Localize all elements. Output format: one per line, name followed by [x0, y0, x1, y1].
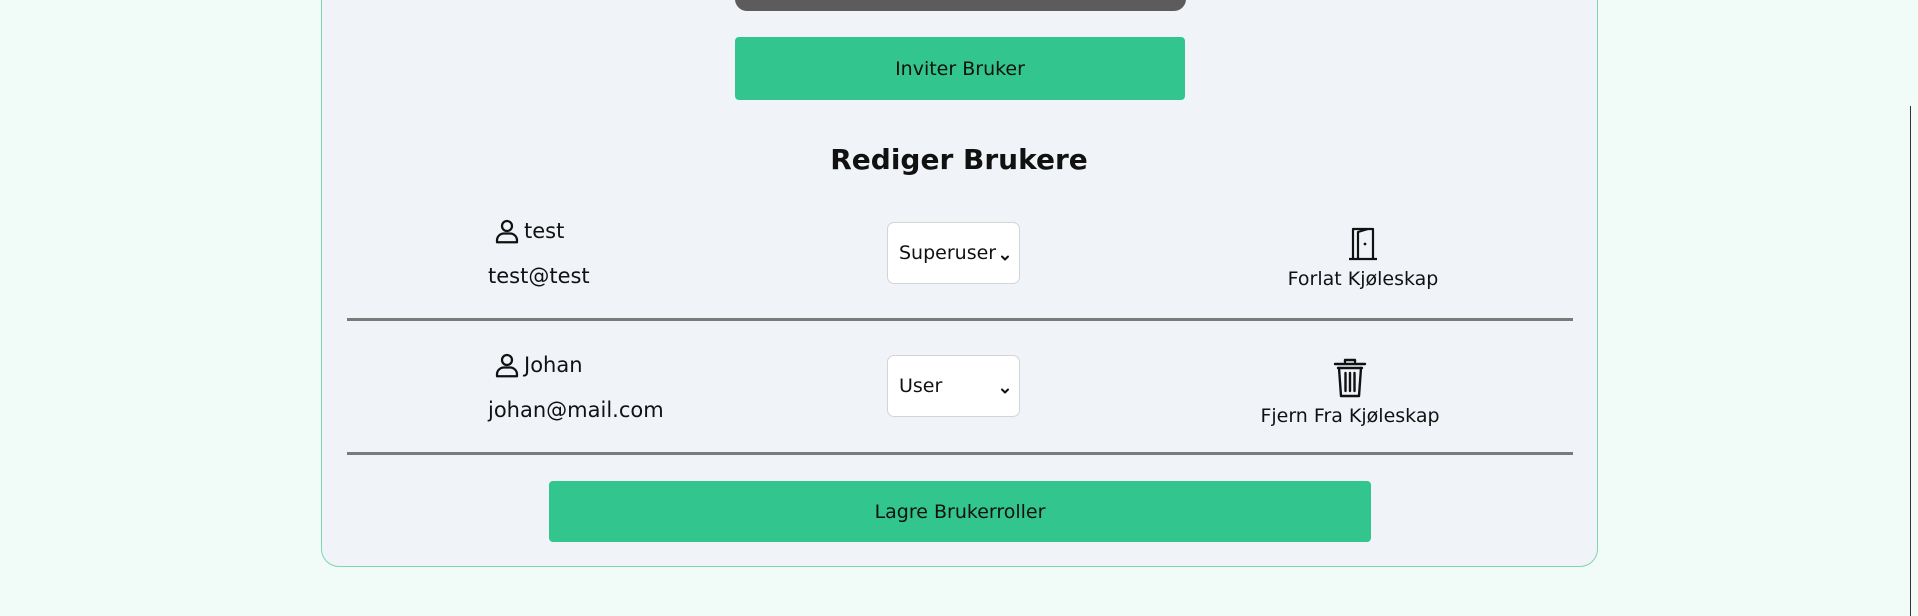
chevron-down-icon — [999, 380, 1011, 402]
user-name: Johan — [524, 353, 583, 377]
chevron-down-icon — [999, 247, 1011, 269]
user-email: test@test — [488, 264, 590, 288]
leave-fridge-button[interactable]: Forlat Kjøleskap — [1288, 227, 1438, 290]
door-icon — [1348, 227, 1378, 266]
user-name-group: test — [492, 216, 564, 246]
user-name-group: Johan — [492, 350, 583, 380]
scrollbar-track[interactable] — [1910, 106, 1911, 616]
remove-from-fridge-button[interactable]: Fjern Fra Kjøleskap — [1260, 358, 1440, 427]
section-title: Rediger Brukere — [830, 143, 1088, 176]
user-icon — [492, 350, 522, 380]
top-input-bar[interactable] — [735, 0, 1186, 11]
user-name: test — [524, 219, 565, 243]
trash-icon — [1333, 358, 1367, 403]
role-select-value: User — [899, 375, 943, 397]
invite-user-button[interactable]: Inviter Bruker — [735, 37, 1185, 100]
role-select[interactable]: User — [887, 355, 1020, 417]
row-divider — [347, 452, 1573, 455]
role-select-value: Superuser — [899, 242, 997, 264]
action-label: Fjern Fra Kjøleskap — [1260, 405, 1440, 427]
save-roles-button[interactable]: Lagre Brukerroller — [549, 481, 1371, 542]
role-select[interactable]: Superuser — [887, 222, 1020, 284]
user-icon — [492, 216, 522, 246]
action-label: Forlat Kjøleskap — [1287, 268, 1439, 290]
user-email: johan@mail.com — [488, 398, 664, 422]
